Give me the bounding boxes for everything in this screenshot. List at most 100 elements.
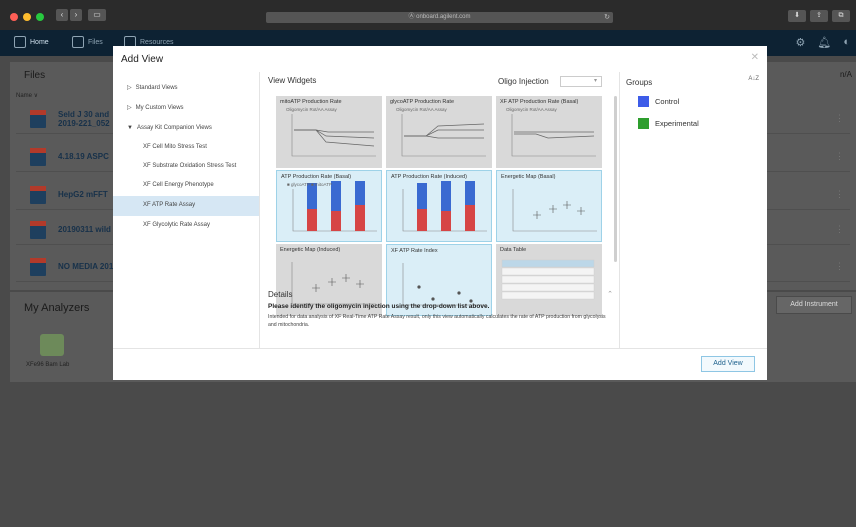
groups-title: Groups <box>626 78 653 87</box>
details-title: Details <box>268 290 293 299</box>
settings-icon[interactable]: ⚙ <box>796 36 806 49</box>
view-category-tree: ▷ Standard Views ▷ My Custom Views ▼ Ass… <box>113 72 259 348</box>
home-icon <box>14 36 26 48</box>
bar-mito <box>331 181 341 211</box>
group-control[interactable]: Control <box>638 96 679 107</box>
widget-card[interactable]: ATP Production Rate (Basal) ■ glycoATP ■ … <box>276 170 382 242</box>
details-description: Intended for data analysis of XF Real-Ti… <box>268 314 606 328</box>
chart-axis <box>291 114 376 157</box>
more-options-icon[interactable]: ⋮ <box>835 189 844 200</box>
widget-thumbnail-chart <box>512 189 597 232</box>
widget-card[interactable]: glycoATP Production Rate Oligomycin Rot/A… <box>386 96 492 168</box>
window-controls[interactable] <box>10 13 44 21</box>
more-options-icon[interactable]: ⋮ <box>835 224 844 235</box>
index-point <box>431 297 435 301</box>
series-line <box>404 135 484 139</box>
widget-legend: Oligomycin Rot/AA Assay <box>396 107 447 112</box>
forward-button[interactable]: › <box>70 9 82 21</box>
tab-files[interactable]: Files <box>72 36 103 48</box>
tree-item-standard-views[interactable]: ▷ Standard Views <box>127 84 178 92</box>
close-window-icon[interactable] <box>10 13 18 21</box>
widget-card[interactable]: Energetic Map (Basal) <box>496 170 602 242</box>
name-column-header[interactable]: Name ∨ <box>16 92 38 99</box>
group-label: Control <box>655 97 680 106</box>
chevron-down-icon: ▼ <box>127 125 133 131</box>
widget-legend: ■ glycoATP ■ mitoATP <box>287 182 332 187</box>
more-options-icon[interactable]: ⋮ <box>835 261 844 272</box>
files-icon <box>72 36 84 48</box>
bar-mito <box>417 183 427 209</box>
tree-subitem-mito-stress[interactable]: XF Cell Mito Stress Test <box>143 144 207 150</box>
bar-glyco <box>441 211 451 231</box>
bell-icon[interactable]: 🔔︎ <box>817 36 831 49</box>
chevron-right-icon: ▷ <box>127 85 132 91</box>
maximize-window-icon[interactable] <box>36 13 44 21</box>
tab-files-label: Files <box>88 38 103 46</box>
share-icon[interactable]: ⇪ <box>810 10 828 22</box>
group-color-swatch <box>638 96 649 107</box>
tree-item-assay-kit-views[interactable]: ▼ Assay Kit Companion Views <box>127 125 212 131</box>
file-name: 4.18.19 ASPC <box>58 152 109 161</box>
close-icon[interactable]: ✕ <box>751 52 759 63</box>
file-name: Seld J 30 and 2019-221_052 <box>58 109 110 128</box>
add-view-modal: Add View ✕ ▷ Standard Views ▷ My Custom … <box>113 46 767 380</box>
tab-home[interactable]: Home <box>14 36 49 48</box>
scatter-point <box>549 205 557 213</box>
widget-legend: Oligomycin Rot/AA Assay <box>286 107 337 112</box>
back-button[interactable]: ‹ <box>56 9 68 21</box>
add-instrument-button[interactable]: Add Instrument <box>776 296 852 314</box>
analyzer-device-label: XFe96 Bam Lab <box>26 362 70 368</box>
widgets-title: View Widgets <box>268 76 317 85</box>
scrollbar[interactable] <box>614 96 617 262</box>
table-row <box>501 291 595 300</box>
widget-card[interactable]: mitoATP Production Rate Oligomycin Rot/AA… <box>276 96 382 168</box>
address-bar[interactable]: Ⓐ onboard.agilent.com ↻ <box>266 12 613 23</box>
tree-item-custom-views[interactable]: ▷ My Custom Views <box>127 104 184 112</box>
minimize-window-icon[interactable] <box>23 13 31 21</box>
widget-title: XF ATP Production Rate (Basal) <box>500 99 579 105</box>
collapse-icon[interactable]: ⌃ <box>607 290 613 298</box>
file-name: 20190311 wild <box>58 225 111 234</box>
file-icon <box>30 185 46 204</box>
more-options-icon[interactable]: ⋮ <box>835 113 844 124</box>
tree-subitem-energy-phenotype[interactable]: XF Cell Energy Phenotype <box>143 182 214 188</box>
modal-footer-divider <box>113 348 767 349</box>
widget-card[interactable]: Data Table <box>496 244 602 316</box>
sidebar-toggle-icon[interactable]: ▭ <box>88 9 106 21</box>
tabs-icon[interactable]: ⧉ <box>832 10 850 22</box>
bar-glyco <box>465 205 475 231</box>
group-experimental[interactable]: Experimental <box>638 118 699 129</box>
bar-glyco <box>355 205 365 231</box>
bar-mito <box>465 181 475 205</box>
widget-title: Data Table <box>500 247 527 253</box>
tree-subitem-substrate-oxidation[interactable]: XF Substrate Oxidation Stress Test <box>143 163 236 169</box>
tree-item-label: My Custom Views <box>135 104 184 111</box>
table-row <box>501 275 595 284</box>
widget-card[interactable]: XF ATP Production Rate (Basal) Oligomycin… <box>496 96 602 168</box>
file-name: NO MEDIA 201 <box>58 262 114 271</box>
sort-icon[interactable]: A↓Z <box>748 76 759 82</box>
scatter-point <box>577 207 585 215</box>
file-icon <box>30 147 46 166</box>
file-icon <box>30 109 46 128</box>
oligo-injection-dropdown[interactable]: ▾ <box>560 76 602 87</box>
series-line <box>294 129 374 133</box>
add-view-button[interactable]: Add View <box>701 356 755 372</box>
help-icon[interactable]: ◐ <box>843 36 850 49</box>
analyzer-device-icon[interactable] <box>40 334 64 356</box>
series-line <box>404 129 484 137</box>
reload-icon[interactable]: ↻ <box>604 12 610 23</box>
tree-subitem-glycolytic-rate[interactable]: XF Glycolytic Rate Assay <box>143 222 210 228</box>
bar-mito <box>355 181 365 205</box>
file-icon <box>30 220 46 239</box>
tree-item-label: Standard Views <box>135 84 178 91</box>
file-icon <box>30 257 46 276</box>
series-line <box>294 129 375 147</box>
tab-home-label: Home <box>30 38 49 46</box>
download-icon[interactable]: ⬇ <box>788 10 806 22</box>
more-options-icon[interactable]: ⋮ <box>835 151 844 162</box>
tree-subitem-atp-rate[interactable]: XF ATP Rate Assay <box>143 202 195 208</box>
widget-legend: Oligomycin Rot/AA Assay <box>506 107 557 112</box>
widget-card[interactable]: ATP Production Rate (Induced) <box>386 170 492 242</box>
chevron-right-icon: ▷ <box>127 105 132 111</box>
